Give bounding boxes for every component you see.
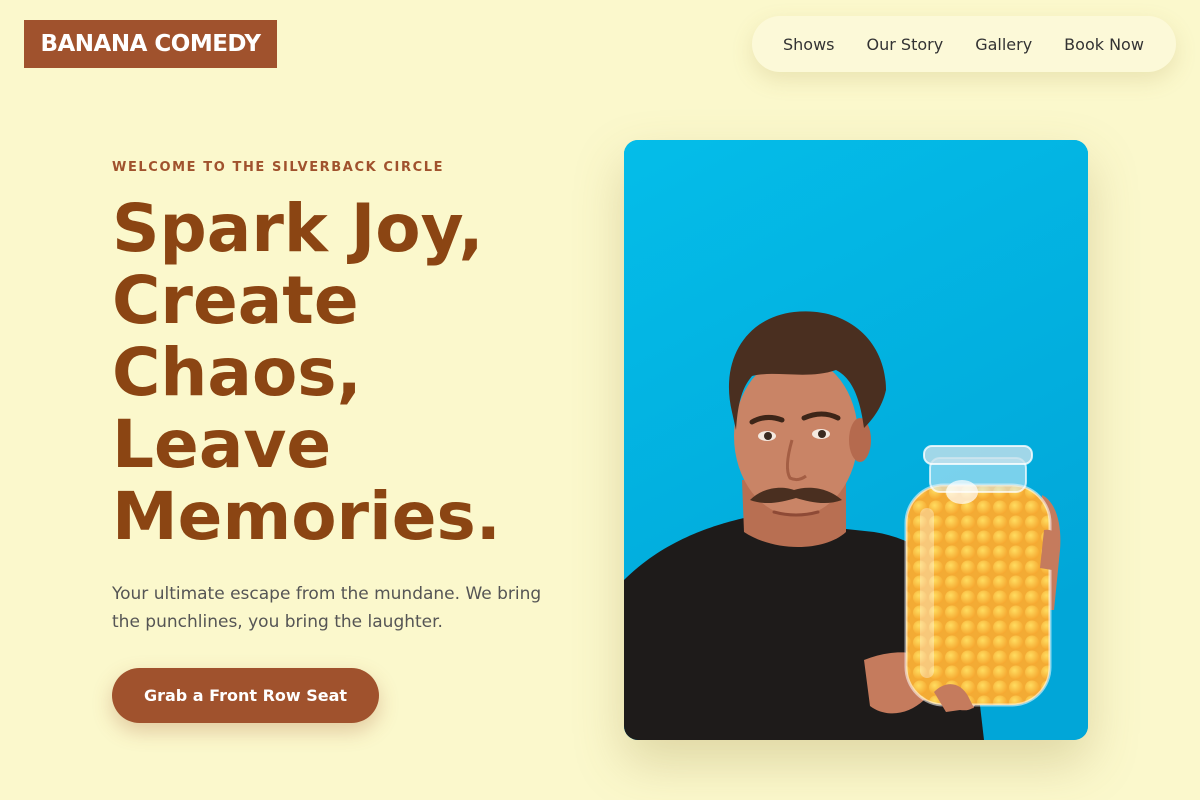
hero-subtext: Your ultimate escape from the mundane. W… — [112, 584, 542, 632]
headline-line: Create — [112, 262, 359, 339]
hero-headline: Spark Joy, Create Chaos, Leave Memories. — [112, 193, 582, 553]
hero-photo — [624, 140, 1088, 740]
headline-line: Memories. — [112, 478, 501, 555]
nav-link-our-story[interactable]: Our Story — [867, 35, 944, 54]
headline-line: Chaos, — [112, 334, 362, 411]
brand-logo[interactable]: BANANA COMEDY — [24, 20, 277, 68]
main-nav: Shows Our Story Gallery Book Now — [752, 16, 1176, 72]
nav-link-book-now[interactable]: Book Now — [1064, 35, 1144, 54]
headline-line: Spark Joy, — [112, 190, 484, 267]
front-row-seat-button[interactable]: Grab a Front Row Seat — [112, 668, 379, 723]
hero-eyebrow: WELCOME TO THE SILVERBACK CIRCLE — [112, 160, 445, 175]
nav-link-shows[interactable]: Shows — [783, 35, 835, 54]
landing-page: BANANA COMEDY Shows Our Story Gallery Bo… — [0, 0, 1200, 800]
nav-link-gallery[interactable]: Gallery — [975, 35, 1032, 54]
headline-line: Leave — [112, 406, 332, 483]
